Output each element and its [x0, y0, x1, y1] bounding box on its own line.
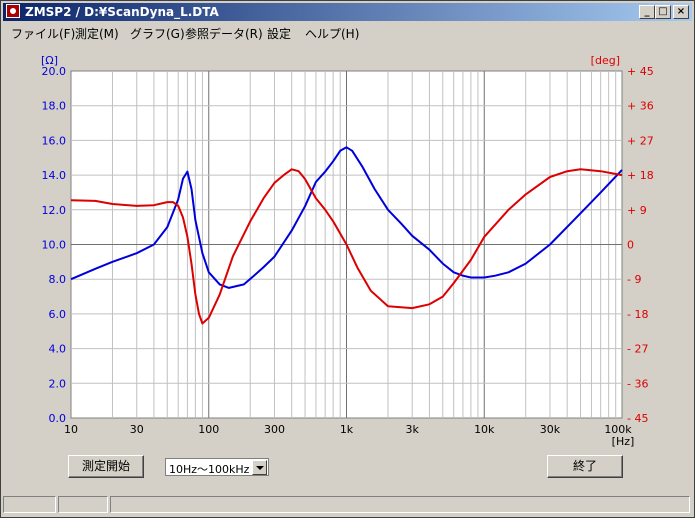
- range-select-value: 10Hz〜100kHz: [169, 463, 250, 476]
- chevron-down-icon[interactable]: [252, 460, 267, 475]
- y-right-tick-label: - 9: [627, 273, 641, 286]
- y-left-tick-label: 18.0: [42, 100, 67, 113]
- y-right-tick-label: - 18: [627, 308, 648, 321]
- y-left-tick-label: 6.0: [49, 308, 67, 321]
- y-right-unit: [deg]: [591, 54, 620, 67]
- x-tick-label: 100: [198, 423, 219, 436]
- x-tick-label: 30k: [540, 423, 561, 436]
- menu-reference[interactable]: 参照データ(R): [185, 25, 263, 42]
- minimize-button[interactable]: _: [639, 5, 655, 19]
- x-tick-label: 10: [64, 423, 78, 436]
- window-title: ZMSP2 / D:¥ScanDyna_L.DTA: [25, 5, 219, 19]
- status-pane: [3, 496, 56, 513]
- y-right-tick-label: 0: [627, 239, 634, 252]
- menu-bar: ファイル(F) 測定(M) グラフ(G) 参照データ(R) 設定 ヘルプ(H): [3, 23, 692, 43]
- chart-area: 20.0 18.0 16.0 14.0 12.0 10.0 8.0 6.0 4.0 2.0 0.0 +…: [1, 43, 694, 451]
- close-button[interactable]: ×: [673, 5, 689, 19]
- status-pane: [58, 496, 108, 513]
- menu-file[interactable]: ファイル(F): [11, 25, 75, 42]
- status-pane: [110, 496, 690, 513]
- y-right-tick-label: + 45: [627, 65, 654, 78]
- y-left-tick-label: 4.0: [49, 343, 67, 356]
- start-measure-button[interactable]: 測定開始: [68, 455, 144, 478]
- x-tick-label: 1k: [340, 423, 354, 436]
- menu-settings[interactable]: 設定: [267, 25, 291, 42]
- title-bar[interactable]: ZMSP2 / D:¥ScanDyna_L.DTA _ □ ×: [3, 3, 692, 21]
- end-button[interactable]: 終了: [547, 455, 623, 478]
- menu-measure[interactable]: 測定(M): [75, 25, 119, 42]
- app-window: ZMSP2 / D:¥ScanDyna_L.DTA _ □ × ファイル(F) …: [0, 0, 695, 518]
- y-right-tick-label: - 36: [627, 377, 648, 390]
- y-left-tick-label: 2.0: [49, 377, 67, 390]
- y-right-tick-label: + 9: [627, 204, 647, 217]
- x-tick-label: 10k: [474, 423, 495, 436]
- frequency-response-chart: 20.018.016.014.012.010.08.06.04.02.00.0+…: [41, 54, 654, 448]
- maximize-button[interactable]: □: [655, 5, 671, 19]
- y-right-tick-label: + 36: [627, 100, 654, 113]
- y-right-tick-label: + 27: [627, 134, 654, 147]
- x-axis-unit: [Hz]: [612, 435, 635, 448]
- x-tick-label: 30: [130, 423, 144, 436]
- y-left-unit: [Ω]: [41, 54, 58, 67]
- x-tick-label: 3k: [406, 423, 420, 436]
- y-left-tick-label: 14.0: [42, 169, 67, 182]
- y-right-tick-label: - 27: [627, 343, 648, 356]
- menu-graph[interactable]: グラフ(G): [130, 25, 185, 42]
- range-select[interactable]: 10Hz〜100kHz: [165, 458, 269, 476]
- y-left-tick-label: 8.0: [49, 273, 67, 286]
- y-left-tick-label: 10.0: [42, 239, 67, 252]
- y-left-tick-label: 12.0: [42, 204, 67, 217]
- status-bar: [3, 496, 692, 514]
- app-icon[interactable]: [6, 4, 20, 18]
- y-left-tick-label: 16.0: [42, 134, 67, 147]
- menu-help[interactable]: ヘルプ(H): [305, 25, 359, 42]
- x-tick-label: 300: [264, 423, 285, 436]
- y-right-tick-label: + 18: [627, 169, 654, 182]
